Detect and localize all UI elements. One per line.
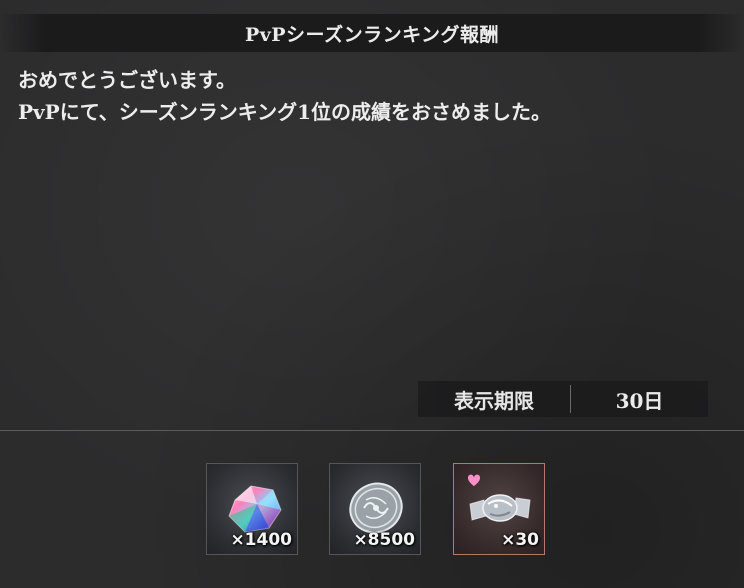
reward-quantity: ×1400 — [230, 530, 292, 550]
expiry-bar: 表示期限 30日 — [418, 381, 708, 417]
message-body: おめでとうございます。 PvPにて、シーズンランキング1位の成績をおさめました。 — [18, 64, 551, 128]
page-title: PvPシーズンランキング報酬 — [244, 23, 500, 46]
heart-icon — [468, 474, 480, 486]
reward-quantity: ×30 — [501, 530, 539, 550]
reward-quantity: ×8500 — [353, 530, 415, 550]
expiry-label: 表示期限 — [454, 388, 534, 413]
reward-item-crystal[interactable]: ×1400 — [206, 463, 298, 555]
message-line-1: おめでとうございます。 — [18, 68, 236, 92]
wrapped-candy-icon — [469, 494, 531, 522]
expiry-value: 30日 — [615, 388, 664, 413]
message-line-2: PvPにて、シーズンランキング1位の成績をおさめました。 — [18, 100, 552, 124]
reward-item-coin[interactable]: ×8500 — [329, 463, 421, 555]
header-bar: PvPシーズンランキング報酬 — [0, 14, 744, 52]
reward-item-candy[interactable]: ×30 — [453, 463, 545, 555]
section-divider — [0, 430, 744, 431]
